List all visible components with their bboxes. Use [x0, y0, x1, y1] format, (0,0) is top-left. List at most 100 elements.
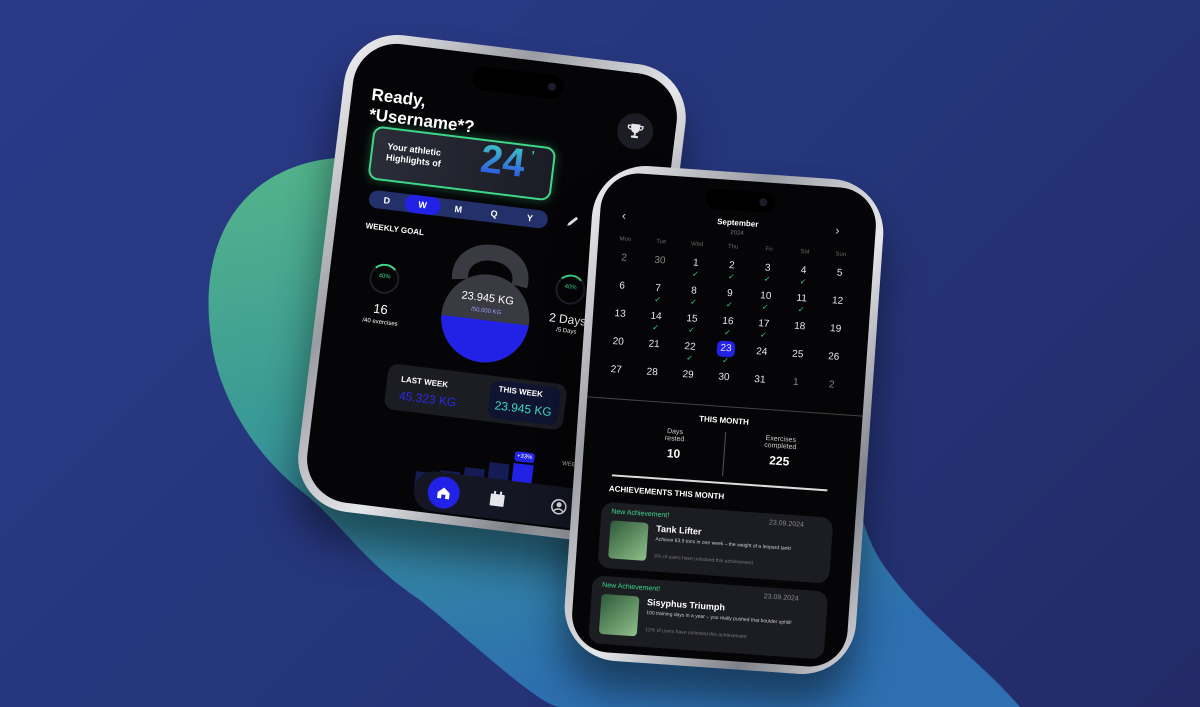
calendar-day[interactable]: 4 — [790, 264, 817, 277]
calendar-day[interactable]: 31 — [747, 374, 774, 387]
calendar-day[interactable]: 27 — [603, 363, 630, 376]
week-compare-card[interactable]: LAST WEEK 45.323 KG THIS WEEK 23.945 KG — [383, 363, 568, 431]
this-week-box: THIS WEEK 23.945 KG — [487, 379, 562, 426]
check-icon: ✓ — [725, 299, 734, 310]
calendar-day[interactable]: 20 — [605, 336, 632, 349]
check-icon: ✓ — [685, 353, 694, 363]
calendar-day[interactable]: 15 — [679, 313, 706, 326]
calendar-day[interactable]: 11 — [788, 292, 815, 305]
check-icon: ✓ — [723, 327, 732, 338]
achievement-date: 23.09.2024 — [768, 519, 805, 529]
calendar-day[interactable]: 25 — [784, 348, 811, 361]
achievement-title: Tank Lifter — [655, 523, 702, 537]
highlights-card[interactable]: Your athletic Highlights of 24 ' — [367, 125, 557, 202]
calendar-day[interactable]: 1 — [782, 376, 809, 389]
weekday-label: Fri — [765, 246, 773, 253]
achievement-tag: New Achievement! — [601, 581, 661, 593]
check-icon: ✓ — [721, 355, 730, 366]
calendar-day[interactable]: 22 — [677, 341, 704, 354]
calendar-day[interactable]: 10 — [752, 290, 779, 303]
stat-days-rested: Days rested 10 — [623, 425, 725, 464]
check-icon: ✓ — [653, 294, 662, 305]
check-icon: ✓ — [651, 322, 660, 333]
calendar-day[interactable]: 18 — [786, 320, 813, 333]
calendar-icon — [489, 490, 505, 507]
profile-icon — [551, 499, 567, 515]
calendar-day[interactable]: 3 — [754, 262, 781, 275]
stat-value: 225 — [768, 453, 790, 469]
calendar-day[interactable]: 28 — [639, 366, 666, 379]
check-icon: ✓ — [761, 302, 769, 312]
highlights-suffix: ' — [530, 148, 536, 167]
weekday-label: Sat — [800, 248, 810, 256]
trophy-button[interactable] — [615, 111, 656, 152]
calendar-day[interactable]: 16 — [715, 315, 742, 328]
calendar-day[interactable]: 2 — [818, 379, 845, 392]
dynamic-island — [471, 65, 566, 101]
tab-day[interactable]: D — [368, 189, 406, 211]
tab-year[interactable]: Y — [511, 207, 549, 229]
this-week-value: 23.945 KG — [493, 398, 553, 420]
bar-badge: +33% — [514, 451, 536, 464]
trophy-icon — [627, 123, 644, 139]
calendar-day[interactable]: 2 — [718, 259, 745, 272]
phone-calendar: ‹ › September 2024 Mon Tue Wed Thu Fri Sat Sun… — [561, 162, 887, 678]
weekday-label: Wed — [690, 241, 704, 249]
calendar-day[interactable]: 1 — [683, 257, 710, 270]
check-icon: ✓ — [797, 304, 805, 315]
calendar-day[interactable]: 12 — [824, 295, 851, 308]
calendar-day[interactable]: 5 — [826, 267, 853, 280]
weekly-goal-label: WEEKLY GOAL — [365, 221, 425, 238]
calendar-day[interactable]: 2 — [611, 252, 638, 265]
calendar-day[interactable]: 14 — [643, 310, 670, 323]
achievement-card[interactable]: New Achievement! 23.09.2024 Sisyphus Tri… — [588, 575, 829, 660]
calendar-day[interactable]: 13 — [607, 308, 634, 321]
prev-month-button[interactable]: ‹ — [622, 208, 627, 222]
calendar-day[interactable]: 30 — [647, 254, 674, 267]
stat-exercises-completed: Exercises completed 225 — [729, 433, 831, 472]
calendar-day[interactable]: 29 — [675, 368, 702, 381]
achievement-note: 6% of users have unlocked this achieveme… — [654, 553, 754, 567]
calendar-day[interactable]: 17 — [750, 318, 777, 331]
calendar-day[interactable]: 9 — [716, 287, 743, 300]
highlights-text: Your athletic Highlights of — [385, 141, 442, 170]
dynamic-island — [704, 188, 776, 214]
calendar-grid: 2 30 1 2 3 4 5 6 7 8 9 10 11 12 13 14 15 16 17 18 19 20 21 22 23… — [601, 252, 861, 419]
pencil-icon[interactable] — [565, 214, 581, 230]
exercises-sub: /40 exercises — [362, 317, 398, 328]
achievement-image-tank — [608, 520, 649, 561]
calendar-day[interactable]: 6 — [609, 280, 636, 293]
tab-week[interactable]: W — [403, 193, 442, 217]
weekday-label: Thu — [727, 243, 739, 251]
achievement-note: 12% of users have unlocked this achievem… — [644, 627, 747, 641]
achievement-card[interactable]: New Achievement! 23.09.2024 Tank Lifter … — [597, 501, 834, 584]
weekday-label: Mon — [619, 236, 632, 244]
check-icon: ✓ — [687, 325, 696, 335]
calendar-day[interactable]: 21 — [641, 338, 668, 351]
last-week-value: 45.323 KG — [398, 388, 458, 410]
home-icon — [437, 487, 450, 500]
tab-month[interactable]: M — [439, 198, 477, 220]
achievement-image-sisyphus — [598, 593, 640, 637]
tab-quarter[interactable]: Q — [475, 203, 513, 225]
nav-home[interactable] — [425, 474, 462, 511]
check-icon: ✓ — [759, 330, 768, 340]
calendar-day[interactable]: 30 — [711, 371, 738, 384]
next-month-button[interactable]: › — [835, 223, 840, 237]
weekday-label: Sun — [835, 251, 847, 259]
check-icon: ✓ — [763, 274, 771, 284]
achievement-tag: New Achievement! — [611, 508, 670, 520]
calendar-day[interactable]: 24 — [748, 346, 775, 359]
calendar-day[interactable]: 19 — [822, 323, 849, 336]
calendar-day[interactable]: 7 — [645, 282, 672, 295]
calendar-day[interactable]: 8 — [681, 285, 708, 298]
achievements-label: ACHIEVEMENTS THIS MONTH — [608, 484, 725, 502]
nav-profile[interactable] — [549, 498, 567, 521]
check-icon: ✓ — [691, 269, 700, 279]
nav-calendar[interactable] — [488, 490, 506, 513]
calendar-day[interactable]: 26 — [820, 351, 847, 364]
this-week-label: THIS WEEK — [498, 384, 544, 399]
achievement-desc: 100 training days in a year – you really… — [646, 610, 792, 627]
check-icon: ✓ — [689, 297, 698, 307]
stat-value: 10 — [666, 446, 681, 462]
